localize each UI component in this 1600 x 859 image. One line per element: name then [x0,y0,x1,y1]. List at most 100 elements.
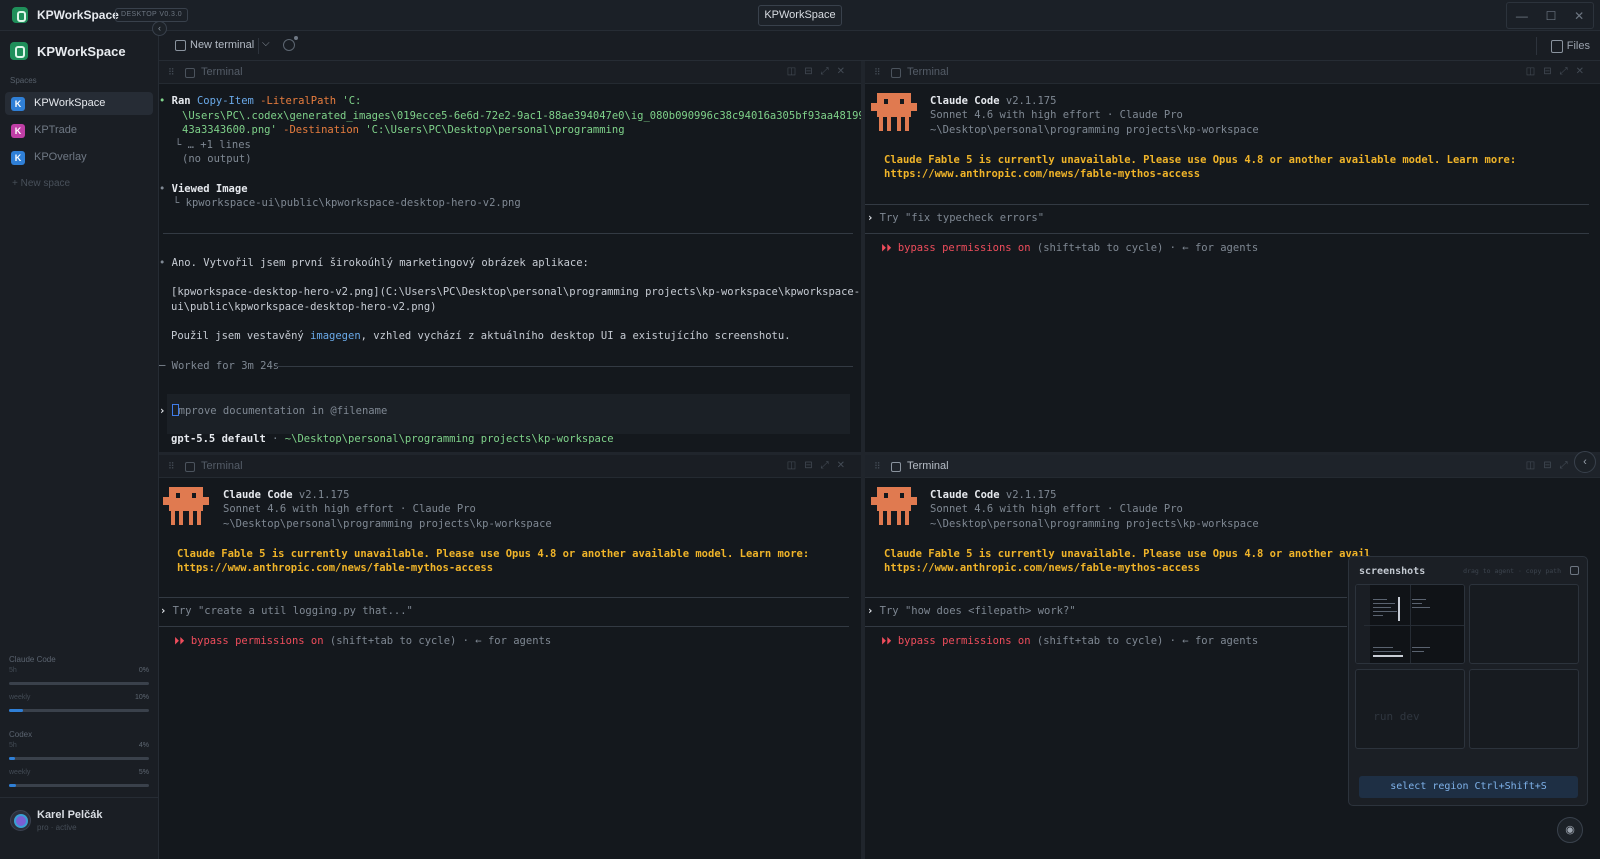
learn-more-link[interactable]: https://www.anthropic.com/news/fable-myt… [884,168,1200,180]
claude-model: Sonnet 4.6 with high effort · Claude Pro [930,503,1183,515]
space-item-kpworkspace[interactable]: K KPWorkSpace [5,92,153,115]
avatar[interactable] [10,810,31,831]
command-arg: 'C:\Users\PC\Desktop\personal\programmin… [359,124,625,136]
drag-handle-icon[interactable]: ⠿ [874,67,881,78]
maximize-pane-icon[interactable]: ⤢ [821,66,837,77]
usage-row-percent: 5% [138,769,149,776]
usage-row-label: 5h [9,667,17,674]
select-region-button[interactable]: select region Ctrl+Shift+S [1359,776,1578,798]
close-icon[interactable]: ✕ [1574,9,1584,23]
viewed-image-path: kpworkspace-ui\public\kpworkspace-deskto… [185,197,521,209]
prompt-input[interactable]: › Try "create a util logging.py that..." [160,605,413,617]
bypass-permissions-line: ⏵⏵ bypass permissions on (shift+tab to c… [881,242,1258,255]
pane-title: Terminal [907,460,949,472]
claude-model: Sonnet 4.6 with high effort · Claude Pro [930,109,1183,121]
split-vertical-icon[interactable]: ◫ [787,460,804,471]
bypass-permissions-line: ⏵⏵ bypass permissions on (shift+tab to c… [881,635,1258,648]
answer-text: Použil jsem vestavěný [171,330,311,342]
prompt-placeholder: Try "create a util logging.py that..." [172,605,413,617]
history-icon[interactable] [283,39,295,51]
prompt-input[interactable]: › Try "fix typecheck errors" [867,212,1044,224]
prompt-placeholder: Try "fix typecheck errors" [879,212,1045,224]
prompt-top-border [865,597,1347,598]
close-pane-icon[interactable]: ✕ [837,66,853,77]
terminal-pane-top-right[interactable]: ⠿ Terminal ◫⊟⤢✕ Claude Code v2.1.175 Son… [865,61,1600,452]
screenshot-thumbnail[interactable] [1355,584,1465,664]
split-vertical-icon[interactable]: ◫ [1526,460,1543,471]
collapse-right-panel-button[interactable]: ‹ [1574,451,1596,473]
close-pane-icon[interactable]: ✕ [837,460,853,471]
answer-line-3: ui\public\kpworkspace-desktop-hero-v2.pn… [171,301,437,313]
usage-row: 5h 4% [9,739,149,766]
command-name: Copy-Item [196,95,254,107]
window-title: KPWorkSpace [758,5,842,26]
split-vertical-icon[interactable]: ◫ [1526,66,1543,77]
usage-bar-fill [9,784,16,787]
usage-group-label: Codex [9,730,33,739]
separator: · [265,433,285,445]
maximize-icon[interactable]: ☐ [1546,9,1557,23]
drag-handle-icon[interactable]: ⠿ [168,67,175,78]
pane-header: ⠿ Terminal ◫⊟⤢✕ [159,61,861,84]
split-horizontal-icon[interactable]: ⊟ [804,66,820,77]
space-item-kpoverlay[interactable]: K KPOverlay [5,146,153,169]
terminal-pane-bottom-left[interactable]: ⠿ Terminal ◫⊟⤢✕ Claude Code v2.1.175 Son… [159,455,861,859]
learn-more-link[interactable]: https://www.anthropic.com/news/fable-myt… [177,562,493,574]
claude-code-name: Claude Code [930,95,1000,107]
maximize-pane-icon[interactable]: ⤢ [1560,66,1576,77]
bypass-permissions-status: bypass permissions on [190,635,324,647]
ran-command-line: • Ran Copy-Item -LiteralPath 'C: [159,95,361,107]
answer-text: Ano. Vytvořil jsem první širokoúhlý mark… [171,257,589,269]
drag-handle-icon[interactable]: ⠿ [168,461,175,472]
imagegen-link[interactable]: imagegen [310,330,361,342]
prompt-line[interactable]: › mprove documentation in @filename [159,404,387,417]
sidebar-title: KPWorkSpace [37,44,126,59]
model-name: gpt-5.5 default [171,433,266,445]
space-label: KPTrade [34,124,78,136]
collapse-sidebar-button[interactable]: ‹ [152,21,167,36]
answer-line-4: Použil jsem vestavěný imagegen, vzhled v… [171,330,791,342]
pane-header: ⠿ Terminal ◫⊟⤢✕ [865,455,1600,478]
camera-icon[interactable]: ◉ [1557,817,1583,843]
app-logo-icon [12,7,28,23]
answer-text: , vzhled vychází z aktuálního desktop UI… [360,330,791,342]
new-terminal-button[interactable]: New terminal [190,39,254,51]
chevron-down-icon[interactable]: ⌵ [262,38,270,49]
bypass-permissions-line: ⏵⏵ bypass permissions on (shift+tab to c… [174,635,551,648]
new-space-button[interactable]: + New space [12,178,70,189]
split-horizontal-icon[interactable]: ⊟ [804,460,820,471]
prompt-placeholder: mprove documentation in @filename [178,405,388,417]
status-line: gpt-5.5 default · ~\Desktop\personal\pro… [171,433,614,445]
working-directory: ~\Desktop\personal\programming projects\… [284,433,614,445]
files-button[interactable]: Files [1535,37,1590,55]
screenshot-thumbnail[interactable]: run dev [1355,669,1465,749]
claude-header-line: Claude Code v2.1.175 [223,489,349,501]
space-badge: K [11,124,25,138]
more-lines: └ … +1 lines [175,139,251,151]
terminal-pane-top-left[interactable]: ⠿ Terminal ◫⊟⤢✕ • Ran Copy-Item -Literal… [159,61,861,452]
close-pane-icon[interactable]: ✕ [1576,66,1592,77]
usage-row-percent: 4% [138,742,149,749]
prompt-input[interactable]: › Try "how does <filepath> work?" [867,605,1076,617]
usage-row-label: 5h [9,742,17,749]
minimize-icon[interactable]: — [1516,9,1528,23]
screenshot-slot-empty[interactable] [1469,669,1579,749]
drag-handle-icon[interactable]: ⠿ [874,461,881,472]
prompt-top-border [865,204,1589,205]
workspace-logo-icon [10,42,28,60]
split-horizontal-icon[interactable]: ⊟ [1543,460,1559,471]
claude-cwd: ~\Desktop\personal\programming projects\… [223,518,552,530]
split-horizontal-icon[interactable]: ⊟ [1543,66,1559,77]
command-flag: -LiteralPath [253,95,337,107]
split-vertical-icon[interactable]: ◫ [787,66,804,77]
space-item-kptrade[interactable]: K KPTrade [5,119,153,142]
learn-more-link[interactable]: https://www.anthropic.com/news/fable-myt… [884,562,1200,574]
terminal-icon [891,462,901,472]
maximize-pane-icon[interactable]: ⤢ [821,460,837,471]
answer-line-2: [kpworkspace-desktop-hero-v2.png](C:\Use… [171,286,861,298]
open-external-icon[interactable] [1570,566,1579,575]
claude-header-line: Claude Code v2.1.175 [930,489,1056,501]
bypass-arrows-icon: ⏵⏵ [881,635,898,647]
screenshot-slot-empty[interactable] [1469,584,1579,664]
model-unavailable-warning: Claude Fable 5 is currently unavailable.… [177,548,810,560]
